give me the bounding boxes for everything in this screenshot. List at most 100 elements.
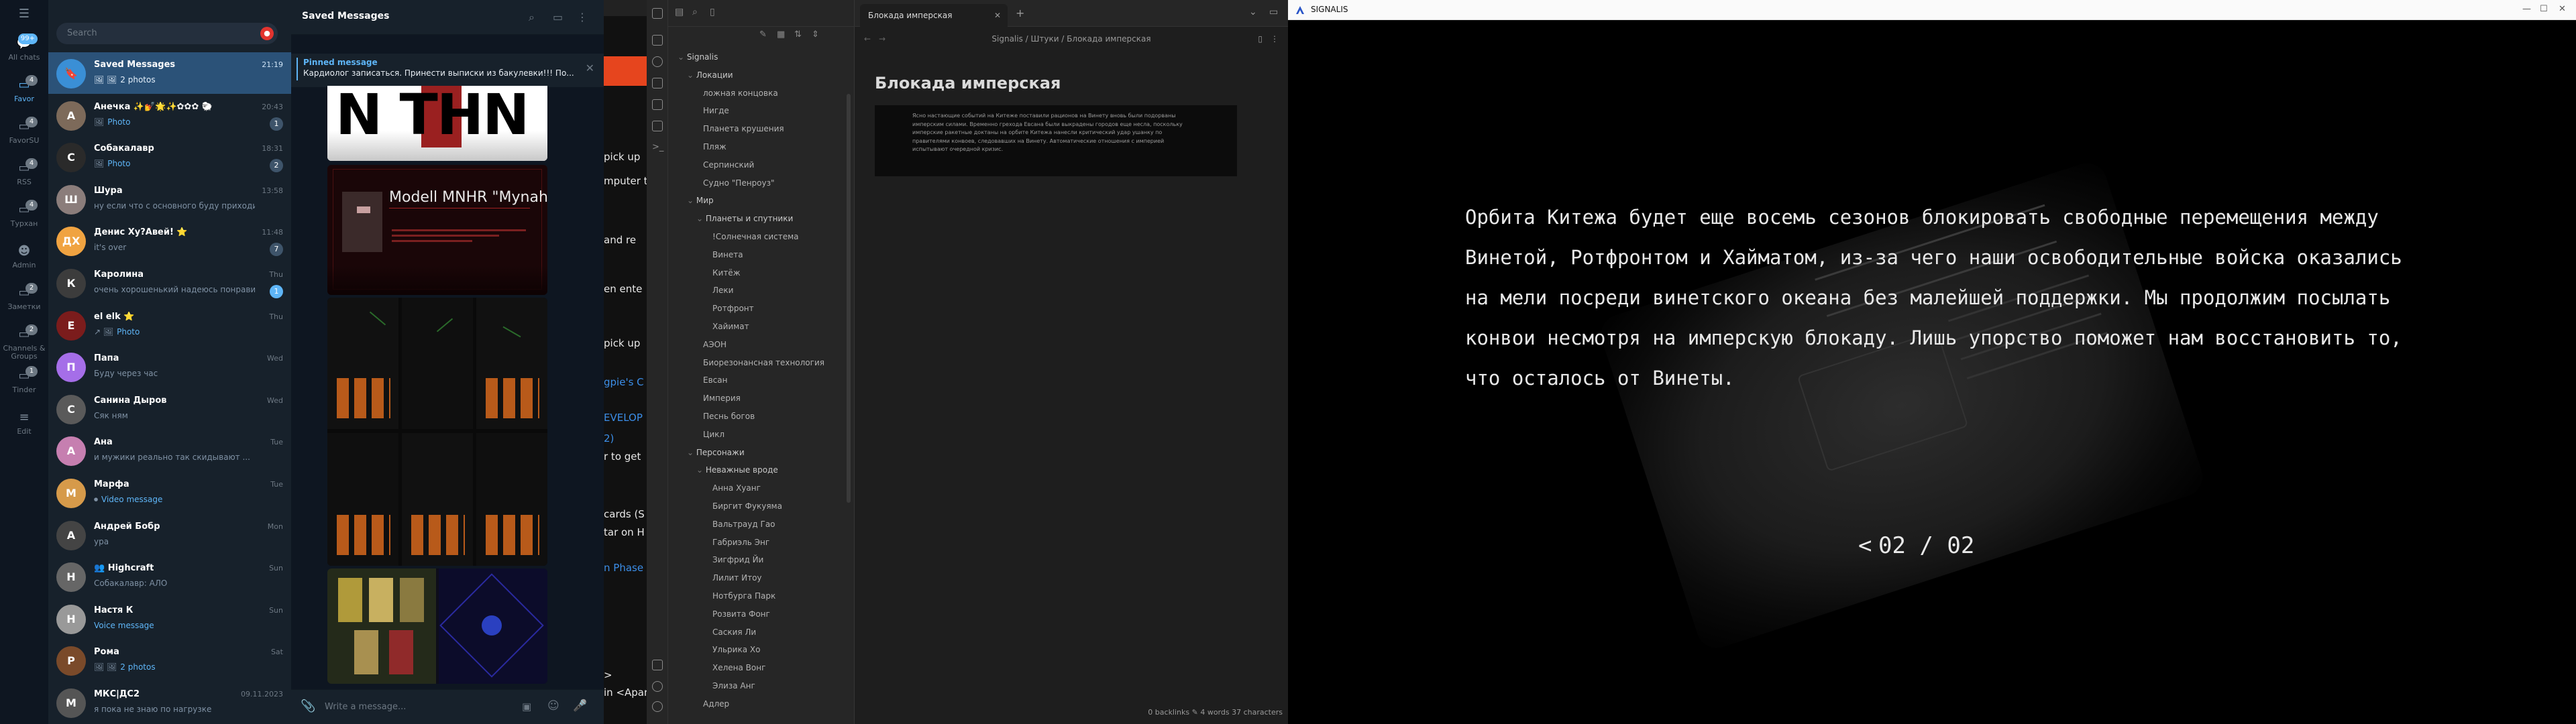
tree-file[interactable]: Леки bbox=[712, 282, 733, 299]
vault-icon[interactable] bbox=[652, 660, 663, 670]
help-icon[interactable] bbox=[652, 681, 663, 692]
chat-list-item[interactable]: С Санина Дыров Wed Сяк ням bbox=[48, 388, 291, 430]
tree-file[interactable]: Цикл bbox=[703, 426, 724, 443]
tree-file[interactable]: Адлер bbox=[703, 695, 729, 713]
canvas-icon[interactable] bbox=[652, 78, 663, 88]
tree-file[interactable]: Ульрика Хо bbox=[712, 641, 760, 658]
chat-list-item[interactable]: А Анечка ✨💅🌟✨✿✿✿ 🐑 20:43 🖼 Photo 1 bbox=[48, 95, 291, 136]
folder-tab[interactable]: ▭ Тinder 1 bbox=[0, 362, 48, 404]
chevron-down-icon[interactable]: ⌄ bbox=[1249, 7, 1257, 17]
tree-file[interactable]: АЭОН bbox=[703, 336, 727, 353]
tree-file[interactable]: Розвита Фонг bbox=[712, 605, 770, 623]
tab-note[interactable]: Блокада имперская ✕ bbox=[860, 4, 1008, 27]
scrollbar[interactable] bbox=[847, 94, 851, 503]
sidebar-toggle-icon[interactable] bbox=[652, 8, 663, 19]
tree-file[interactable]: Ротфронт bbox=[712, 300, 754, 317]
tree-file[interactable]: Песнь богов bbox=[703, 408, 755, 425]
tree-folder[interactable]: ⌄ Локации bbox=[687, 66, 733, 84]
search-input[interactable]: Search ● bbox=[56, 23, 278, 44]
tree-file[interactable]: Нигде bbox=[703, 102, 729, 119]
tree-folder[interactable]: ⌄ Персонажи bbox=[687, 444, 745, 461]
tree-file[interactable]: Лилит Итоу bbox=[712, 569, 762, 587]
sidebar-toggle-icon[interactable]: ▭ bbox=[1269, 7, 1278, 17]
collapse-icon[interactable]: ⇕ bbox=[812, 29, 819, 40]
chat-list-item[interactable]: П Папа Wed Буду через час bbox=[48, 346, 291, 387]
new-folder-icon[interactable]: ▦ bbox=[777, 29, 785, 40]
folder-tab[interactable]: ▭ Заметки 2 bbox=[0, 279, 48, 320]
chat-list-item[interactable]: Ш Шура 13:58 ну если что с основного буду п… bbox=[48, 178, 291, 220]
account-avatar[interactable]: ● bbox=[260, 27, 274, 40]
tree-file[interactable]: Саския Ли bbox=[712, 623, 756, 641]
calendar-icon[interactable]: ▣ bbox=[522, 701, 531, 713]
chat-list-item[interactable]: Н Настя К Sun Voice message bbox=[48, 598, 291, 640]
tree-file[interactable]: Хайимат bbox=[712, 318, 749, 335]
minimize-button[interactable]: — bbox=[2522, 4, 2531, 14]
folder-tab[interactable]: ☻ Admin bbox=[0, 237, 48, 279]
tree-file[interactable]: Биорезонансная технология bbox=[703, 354, 824, 371]
chat-list-item[interactable]: М МКС|ДС2 09.11.2023 я пока не знаю по нагр… bbox=[48, 682, 291, 723]
folder-tab[interactable]: ▭ Favor 4 bbox=[0, 71, 48, 113]
tree-folder[interactable]: ⌄ Неважные вроде bbox=[696, 461, 778, 479]
tree-file[interactable]: Пляж bbox=[703, 138, 727, 156]
logo-image[interactable]: N THN bbox=[327, 86, 547, 161]
chat-list-item[interactable]: 🔖 Saved Messages 21:19 🖼 🖼 2 photos bbox=[48, 52, 291, 94]
tree-folder[interactable]: ⌄ Планеты и спутники bbox=[696, 210, 793, 227]
chat-list-item[interactable]: Р Рома Sat 🖼 🖼 2 photos bbox=[48, 640, 291, 681]
close-icon[interactable]: ✕ bbox=[994, 4, 1001, 27]
emoji-icon[interactable]: ☺ bbox=[547, 699, 559, 713]
search-icon[interactable]: ⌕ bbox=[692, 7, 698, 17]
chat-list-item[interactable]: ДХ Денис Ху?Авей! ⭐ 11:48 it's over 7 bbox=[48, 220, 291, 261]
pinned-message-bar[interactable]: Pinned message Кардиолог записаться. При… bbox=[291, 0, 604, 87]
close-button[interactable]: ✕ bbox=[2559, 4, 2566, 14]
folder-tab[interactable]: ▭ Турхан 4 bbox=[0, 196, 48, 237]
message-input[interactable]: Write a message... bbox=[325, 702, 406, 712]
tree-file[interactable]: Судно "Пенроуз" bbox=[703, 174, 775, 192]
chat-list-item[interactable]: Eel elk ⭐ Thu ↗ 🖼 Photo bbox=[48, 304, 291, 346]
game-screenshots-grid[interactable] bbox=[327, 298, 547, 566]
files-icon[interactable] bbox=[652, 35, 663, 46]
folder-tab[interactable]: ▭ Channels & Groups 2 bbox=[0, 320, 48, 362]
previous-page-icon[interactable]: < bbox=[1858, 532, 1872, 559]
graph-icon[interactable] bbox=[652, 56, 663, 67]
bookmark-icon[interactable]: ▯ bbox=[710, 7, 715, 17]
tree-file[interactable]: ложная концовка bbox=[703, 84, 778, 102]
chat-list-item[interactable]: А Ана Tue и мужики реально так скидывают ..… bbox=[48, 430, 291, 471]
reading-view-icon[interactable]: ▯ bbox=[1258, 27, 1263, 51]
maximize-button[interactable]: ☐ bbox=[2540, 4, 2548, 14]
terminal-icon[interactable]: >_ bbox=[652, 142, 663, 153]
tree-file[interactable]: Габриэль Энг bbox=[712, 534, 769, 551]
chat-list-item[interactable]: С Собакалавр 18:31 🖼 Photo 2 bbox=[48, 136, 291, 178]
tree-file[interactable]: Империя bbox=[703, 389, 741, 407]
attach-icon[interactable]: 📎 bbox=[301, 699, 315, 713]
chat-list-item[interactable]: А Андрей Бобр Mon ура bbox=[48, 514, 291, 556]
more-icon[interactable]: ⋮ bbox=[1271, 27, 1279, 51]
new-note-icon[interactable]: ✎ bbox=[759, 29, 767, 40]
back-icon[interactable]: ← bbox=[864, 27, 871, 51]
sort-icon[interactable]: ⇅ bbox=[794, 29, 802, 40]
folder-tab[interactable]: ▭ FavorSU 4 bbox=[0, 113, 48, 154]
folder-tab[interactable]: ▭ RSS 4 bbox=[0, 154, 48, 196]
folder-tab[interactable]: ≡ Edit bbox=[0, 404, 48, 445]
tree-folder[interactable]: ⌄ Мир bbox=[687, 192, 714, 209]
copy-icon[interactable] bbox=[652, 121, 663, 131]
microphone-icon[interactable]: 🎤 bbox=[573, 699, 587, 713]
tree-file[interactable]: Винета bbox=[712, 246, 743, 263]
menu-button[interactable]: ☰ bbox=[0, 0, 48, 24]
tree-file[interactable]: Элиза Анг bbox=[712, 677, 755, 695]
tree-file[interactable]: Нотбурга Парк bbox=[712, 587, 775, 605]
forward-icon[interactable]: → bbox=[879, 27, 885, 51]
new-tab-icon[interactable]: + bbox=[1016, 7, 1024, 19]
tree-file[interactable]: Евсан bbox=[703, 371, 727, 389]
tree-file[interactable]: Планета крушения bbox=[703, 120, 784, 137]
tree-file[interactable]: Вальтрауд Гао bbox=[712, 516, 775, 533]
tree-file[interactable]: Анна Хуанг bbox=[712, 479, 761, 497]
tree-file[interactable]: !Солнечная система bbox=[712, 228, 799, 245]
folder-tab[interactable]: 💬All chats99+ bbox=[0, 29, 48, 71]
mynah-card-image[interactable]: Modell MNHR "Mynah" bbox=[327, 165, 547, 295]
calendar-icon[interactable] bbox=[652, 99, 663, 110]
tree-file[interactable]: Серпинский bbox=[703, 156, 754, 174]
tree-file[interactable]: Зигфрид Йи bbox=[712, 551, 763, 568]
close-icon[interactable]: ✕ bbox=[586, 62, 594, 74]
gear-icon[interactable] bbox=[652, 701, 663, 712]
tarot-screenshots[interactable] bbox=[327, 568, 547, 684]
